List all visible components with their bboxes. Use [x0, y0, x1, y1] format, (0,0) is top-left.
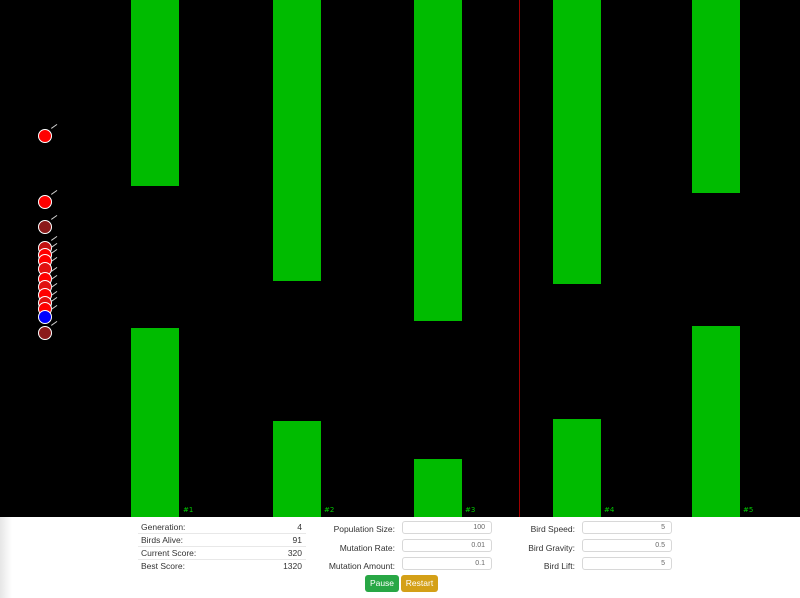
pipe-label: #1 [183, 506, 194, 514]
pipe-label: #4 [604, 506, 615, 514]
pipe-top [692, 0, 740, 193]
stat-generation: Generation: 4 [138, 521, 306, 534]
bird [38, 214, 58, 234]
bird-gravity-label: Bird Gravity: [528, 543, 575, 553]
mutation-rate-label: Mutation Rate: [339, 543, 395, 553]
pipe-bottom [273, 421, 321, 517]
bird-gravity-input[interactable]: 0.5 [582, 539, 672, 552]
restart-button[interactable]: Restart [401, 575, 438, 592]
stat-birds-alive: Birds Alive: 91 [138, 534, 306, 547]
stat-label: Generation: [141, 522, 186, 532]
target-line [519, 0, 520, 517]
pipe-bottom [414, 459, 462, 517]
game-canvas: #1 #2 #3 #4 #5 [0, 0, 800, 517]
stat-current-score: Current Score: 320 [138, 547, 306, 560]
pipe-top [131, 0, 179, 186]
mutation-amount-input[interactable]: 0.1 [402, 557, 492, 570]
pipe-top [553, 0, 601, 284]
mutation-rate-input[interactable]: 0.01 [402, 539, 492, 552]
bird-lift-input[interactable]: 5 [582, 557, 672, 570]
bird-speed-input[interactable]: 5 [582, 521, 672, 534]
pipe-bottom [131, 328, 179, 517]
control-panel [0, 517, 800, 598]
bird-speed-label: Bird Speed: [530, 524, 575, 534]
best-bird [38, 304, 58, 324]
pipe-label: #2 [324, 506, 335, 514]
population-size-label: Population Size: [333, 524, 395, 534]
pipe-top [414, 0, 462, 321]
bird [38, 123, 58, 143]
population-size-input[interactable]: 100 [402, 521, 492, 534]
bird [38, 189, 58, 209]
stat-label: Birds Alive: [141, 535, 184, 545]
panel-edge [0, 517, 12, 598]
pipe-bottom [553, 419, 601, 517]
stat-label: Current Score: [141, 548, 197, 558]
pipe-top [273, 0, 321, 281]
bird-lift-label: Bird Lift: [543, 561, 575, 571]
stat-best-score: Best Score: 1320 [138, 560, 306, 572]
pipe-label: #3 [465, 506, 476, 514]
bird [38, 320, 58, 340]
pipe-label: #5 [743, 506, 754, 514]
stat-label: Best Score: [141, 561, 185, 571]
mutation-amount-label: Mutation Amount: [328, 561, 395, 571]
pause-button[interactable]: Pause [365, 575, 399, 592]
pipe-bottom [692, 326, 740, 517]
